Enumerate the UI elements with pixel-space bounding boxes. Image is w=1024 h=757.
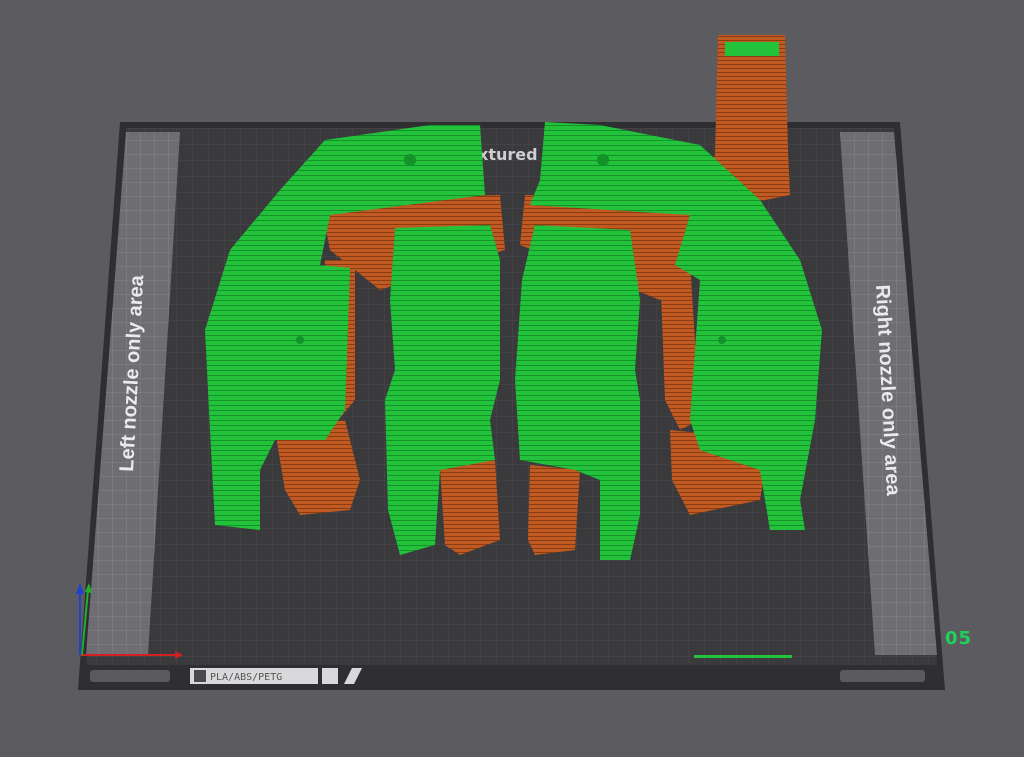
- filament-label: PLA/ABS/PETG: [210, 672, 282, 683]
- filament-badge[interactable]: PLA/ABS/PETG: [190, 668, 318, 684]
- 3d-viewport[interactable]: xtured Left nozzle only area Right nozzl…: [0, 0, 1024, 753]
- plate-number[interactable]: 05: [945, 628, 972, 649]
- bed-logo: xtured: [478, 145, 538, 164]
- bed-corner-icon: [322, 668, 338, 684]
